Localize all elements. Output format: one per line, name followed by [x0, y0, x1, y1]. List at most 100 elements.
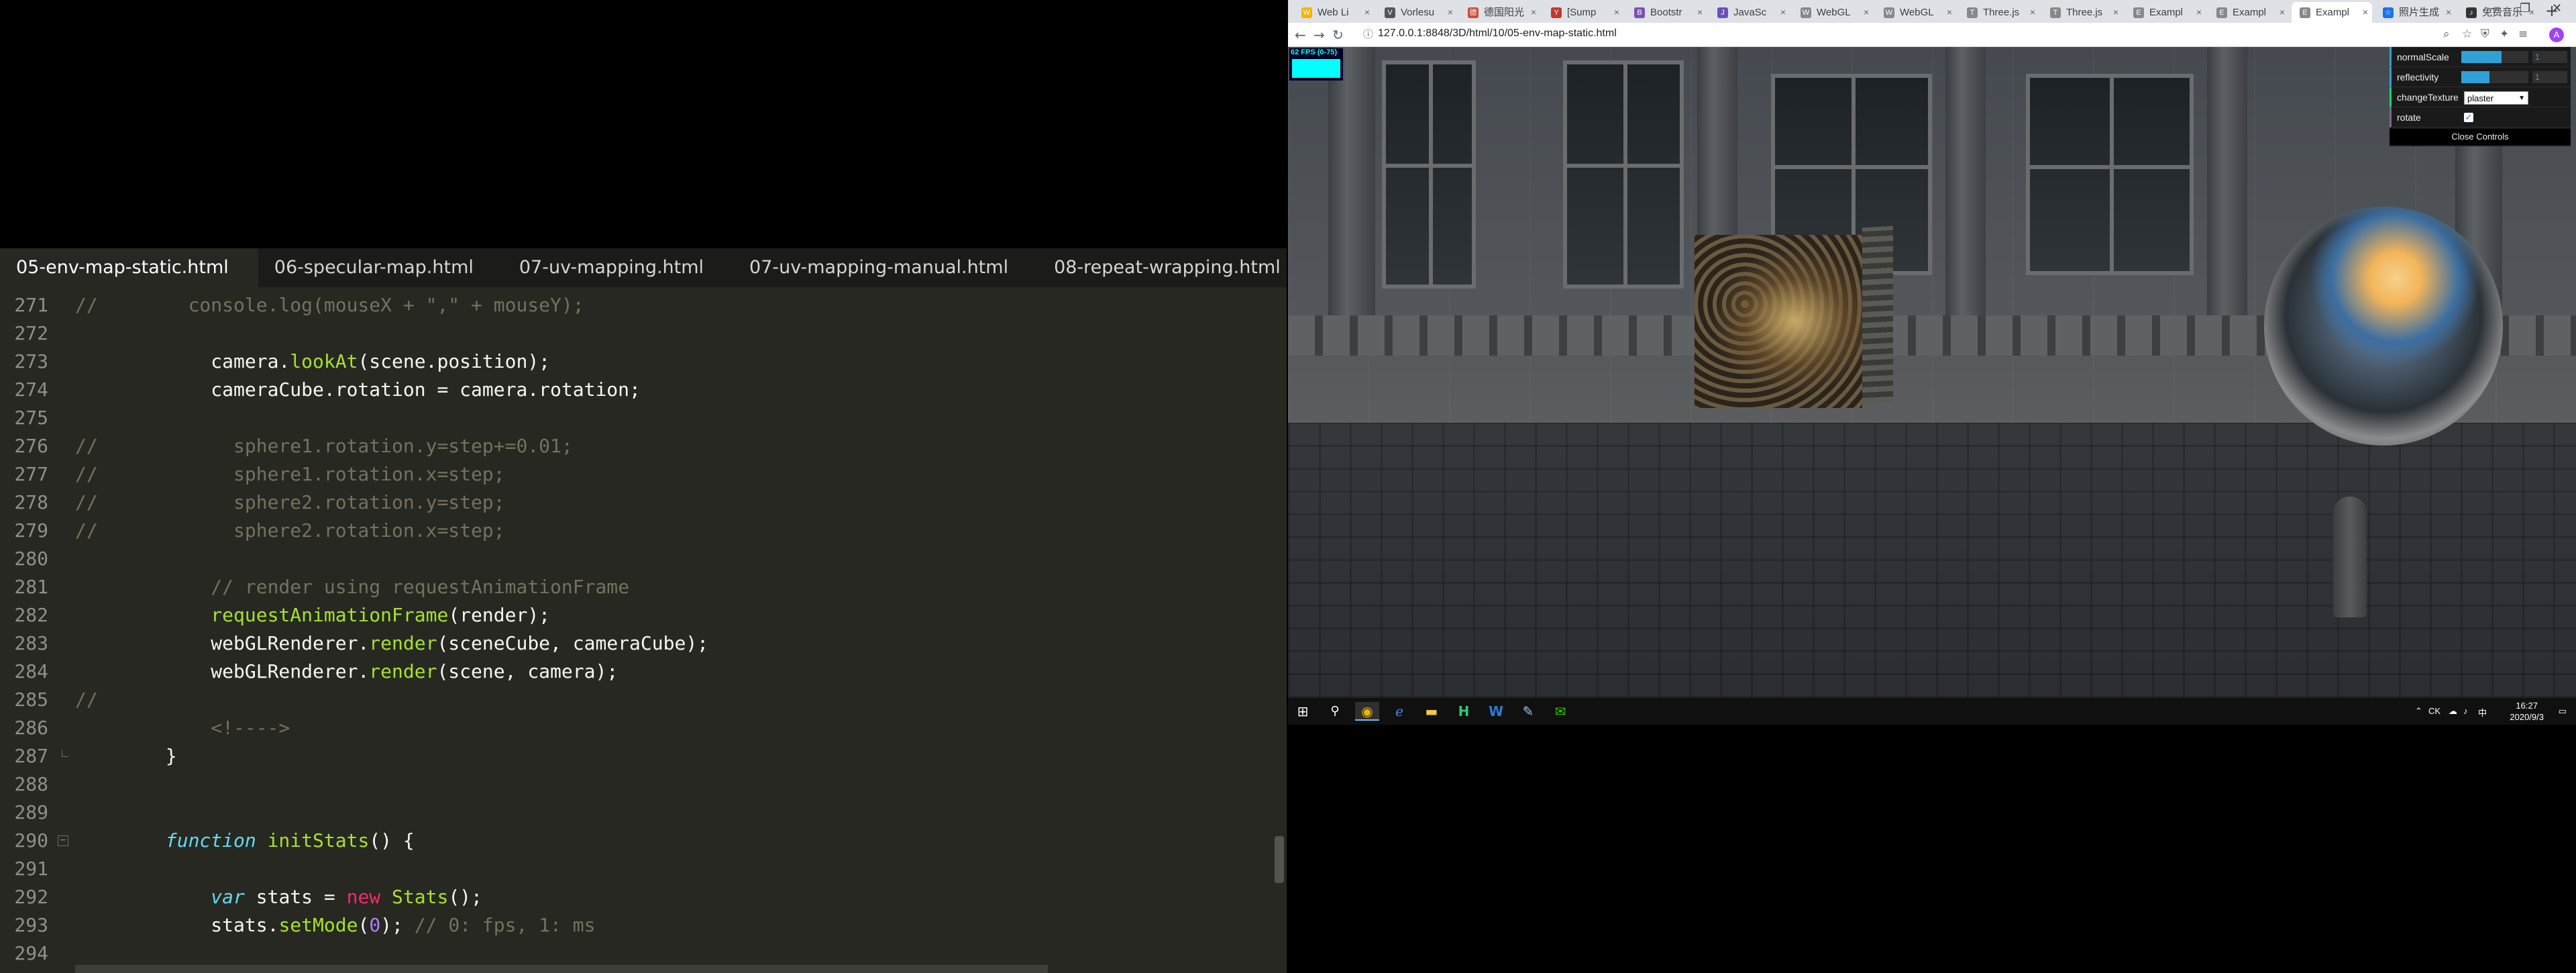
- tab-close-icon[interactable]: ×: [2446, 2, 2451, 23]
- webgl-canvas[interactable]: 62 FPS (0-75) normalScale 1 reflectivity 1 c…: [1288, 47, 2576, 698]
- info-icon[interactable]: ⓘ: [1363, 27, 1373, 41]
- code-line[interactable]: 283 webGLRenderer.render(sceneCube, came…: [0, 629, 1287, 658]
- code-line[interactable]: 279 // sphere2.rotation.x=step;: [0, 517, 1287, 545]
- tab-close-icon[interactable]: ×: [1697, 2, 1703, 23]
- code-line[interactable]: 275: [0, 404, 1287, 432]
- editor-tab[interactable]: 06-specular-map.html: [258, 248, 503, 287]
- tab-close-icon[interactable]: ×: [2279, 2, 2285, 23]
- browser-tab[interactable]: B Bootstr ×: [1626, 2, 1707, 23]
- editor-scrollbar[interactable]: [1275, 836, 1284, 883]
- tray-chevron-icon[interactable]: ⌃: [2415, 706, 2422, 717]
- close-icon[interactable]: ✕: [2552, 1, 2562, 15]
- gui-slider[interactable]: [2461, 51, 2528, 63]
- code-line[interactable]: 293 stats.setMode(0); // 0: fps, 1: ms: [0, 911, 1287, 939]
- gui-number-input[interactable]: 1: [2532, 51, 2567, 63]
- minimize-icon[interactable]: –: [2489, 1, 2495, 15]
- rotate-checkbox[interactable]: ✓: [2464, 113, 2473, 122]
- editor-tab[interactable]: 07-uv-mapping-manual.html: [733, 248, 1038, 287]
- back-icon[interactable]: ←: [1295, 27, 1306, 43]
- code-line[interactable]: 274 cameraCube.rotation = camera.rotatio…: [0, 376, 1287, 404]
- texture-select[interactable]: plaster ▼: [2464, 91, 2528, 105]
- tray-lang-icon[interactable]: 中: [2478, 706, 2487, 719]
- code-line[interactable]: 281 // render using requestAnimationFram…: [0, 573, 1287, 601]
- tab-close-icon[interactable]: ×: [1614, 2, 1619, 23]
- tab-close-icon[interactable]: ×: [1531, 2, 1536, 23]
- zoom-icon[interactable]: ⌕: [2443, 28, 2450, 41]
- code-line[interactable]: 286 <!---->: [0, 714, 1287, 742]
- browser-tab[interactable]: ☆ 照片生成 ×: [2375, 2, 2455, 23]
- code-line[interactable]: 287 }: [0, 742, 1287, 770]
- browser-tab[interactable]: T Three.js ×: [2042, 2, 2123, 23]
- code-line[interactable]: 288: [0, 770, 1287, 799]
- hbuilder-icon[interactable]: H: [1452, 702, 1476, 721]
- word-icon[interactable]: W: [1484, 702, 1508, 721]
- browser-tab[interactable]: Y [Sump ×: [1543, 2, 1623, 23]
- editor-horizontal-scrollbar[interactable]: [75, 965, 1048, 973]
- notification-icon[interactable]: ▭: [2559, 706, 2567, 717]
- wechat-icon[interactable]: ✉: [1548, 702, 1572, 721]
- code-line[interactable]: 289: [0, 799, 1287, 827]
- fold-marker-icon[interactable]: [62, 750, 68, 757]
- code-line[interactable]: 291: [0, 855, 1287, 883]
- taskbar-clock[interactable]: 16:27 2020/9/3: [2510, 700, 2544, 723]
- fold-marker-icon[interactable]: −: [58, 835, 68, 846]
- browser-tab[interactable]: V Vorlesu ×: [1377, 2, 1457, 23]
- code-line[interactable]: 273 camera.lookAt(scene.position);: [0, 348, 1287, 376]
- address-bar[interactable]: ⓘ 127.0.0.1:8848/3D/html/10/05-env-map-s…: [1360, 25, 2427, 44]
- tab-close-icon[interactable]: ×: [2113, 2, 2118, 23]
- browser-tab[interactable]: 德德国阳光 ×: [1460, 2, 1540, 23]
- search-icon[interactable]: ⚲: [1323, 702, 1347, 721]
- chrome-icon[interactable]: ◉: [1355, 702, 1379, 721]
- browser-tab[interactable]: E Exampl ×: [2292, 2, 2372, 23]
- browser-tab[interactable]: W WebGL ×: [1792, 2, 1873, 23]
- gui-number-input[interactable]: 1: [2532, 71, 2567, 83]
- browser-tab[interactable]: E Exampl ×: [2125, 2, 2206, 23]
- editor-tab[interactable]: 08-repeat-wrapping.html: [1038, 248, 1310, 287]
- code-line[interactable]: 272: [0, 319, 1287, 348]
- code-line[interactable]: 285 //: [0, 686, 1287, 714]
- edge-icon[interactable]: ℯ: [1387, 702, 1411, 721]
- browser-tab[interactable]: W Web Li ×: [1293, 2, 1374, 23]
- extension-shield-icon[interactable]: ⛨: [2481, 28, 2489, 41]
- code-line[interactable]: 294: [0, 939, 1287, 962]
- code-line[interactable]: 277 // sphere1.rotation.x=step;: [0, 460, 1287, 489]
- tab-close-icon[interactable]: ×: [1448, 2, 1453, 23]
- code-line[interactable]: 282 requestAnimationFrame(render);: [0, 601, 1287, 629]
- tab-close-icon[interactable]: ×: [1864, 2, 1869, 23]
- tray-ime-label[interactable]: CK: [2428, 706, 2440, 716]
- app-icon[interactable]: ✎: [1516, 702, 1540, 721]
- browser-tab[interactable]: W WebGL ×: [1876, 2, 1956, 23]
- reading-list-icon[interactable]: ≡: [2518, 28, 2528, 41]
- gui-slider[interactable]: [2461, 71, 2528, 83]
- code-line[interactable]: 276 // sphere1.rotation.y=step+=0.01;: [0, 432, 1287, 460]
- tab-close-icon[interactable]: ×: [2030, 2, 2035, 23]
- code-area[interactable]: 271 // console.log(mouseX + "," + mouseY)…: [0, 291, 1287, 962]
- avatar[interactable]: A: [2549, 28, 2564, 42]
- code-line[interactable]: 278 // sphere2.rotation.y=step;: [0, 489, 1287, 517]
- browser-tab[interactable]: E Exampl ×: [2208, 2, 2289, 23]
- tray-network-icon[interactable]: ☁: [2449, 706, 2457, 717]
- tab-close-icon[interactable]: ×: [2363, 2, 2368, 23]
- tab-close-icon[interactable]: ×: [1780, 2, 1786, 23]
- code-line[interactable]: 290− function initStats() {: [0, 827, 1287, 855]
- editor-tab[interactable]: 07-uv-mapping.html: [503, 248, 733, 287]
- code-line[interactable]: 292 var stats = new Stats();: [0, 883, 1287, 911]
- reload-icon[interactable]: ↻: [1332, 27, 1344, 43]
- code-line[interactable]: 284 webGLRenderer.render(scene, camera);: [0, 658, 1287, 686]
- code-line[interactable]: 271 // console.log(mouseX + "," + mouseY)…: [0, 291, 1287, 319]
- file-explorer-icon[interactable]: ▬: [1419, 702, 1444, 721]
- bookmark-star-icon[interactable]: ☆: [2462, 28, 2472, 41]
- browser-tab[interactable]: J JavaSc ×: [1709, 2, 1790, 23]
- maximize-icon[interactable]: ❐: [2520, 1, 2530, 15]
- tray-volume-icon[interactable]: ♪: [2463, 706, 2468, 716]
- forward-icon[interactable]: →: [1313, 27, 1325, 43]
- editor-tab[interactable]: 05-env-map-static.html: [0, 248, 258, 287]
- tab-close-icon[interactable]: ×: [1364, 2, 1370, 23]
- tab-close-icon[interactable]: ×: [2196, 2, 2202, 23]
- start-icon[interactable]: ⊞: [1291, 702, 1315, 721]
- extensions-puzzle-icon[interactable]: ✦: [2500, 28, 2509, 41]
- browser-tab[interactable]: T Three.js ×: [1959, 2, 2039, 23]
- code-line[interactable]: 280: [0, 545, 1287, 573]
- stats-panel[interactable]: 62 FPS (0-75): [1289, 48, 1343, 81]
- tab-close-icon[interactable]: ×: [1947, 2, 1952, 23]
